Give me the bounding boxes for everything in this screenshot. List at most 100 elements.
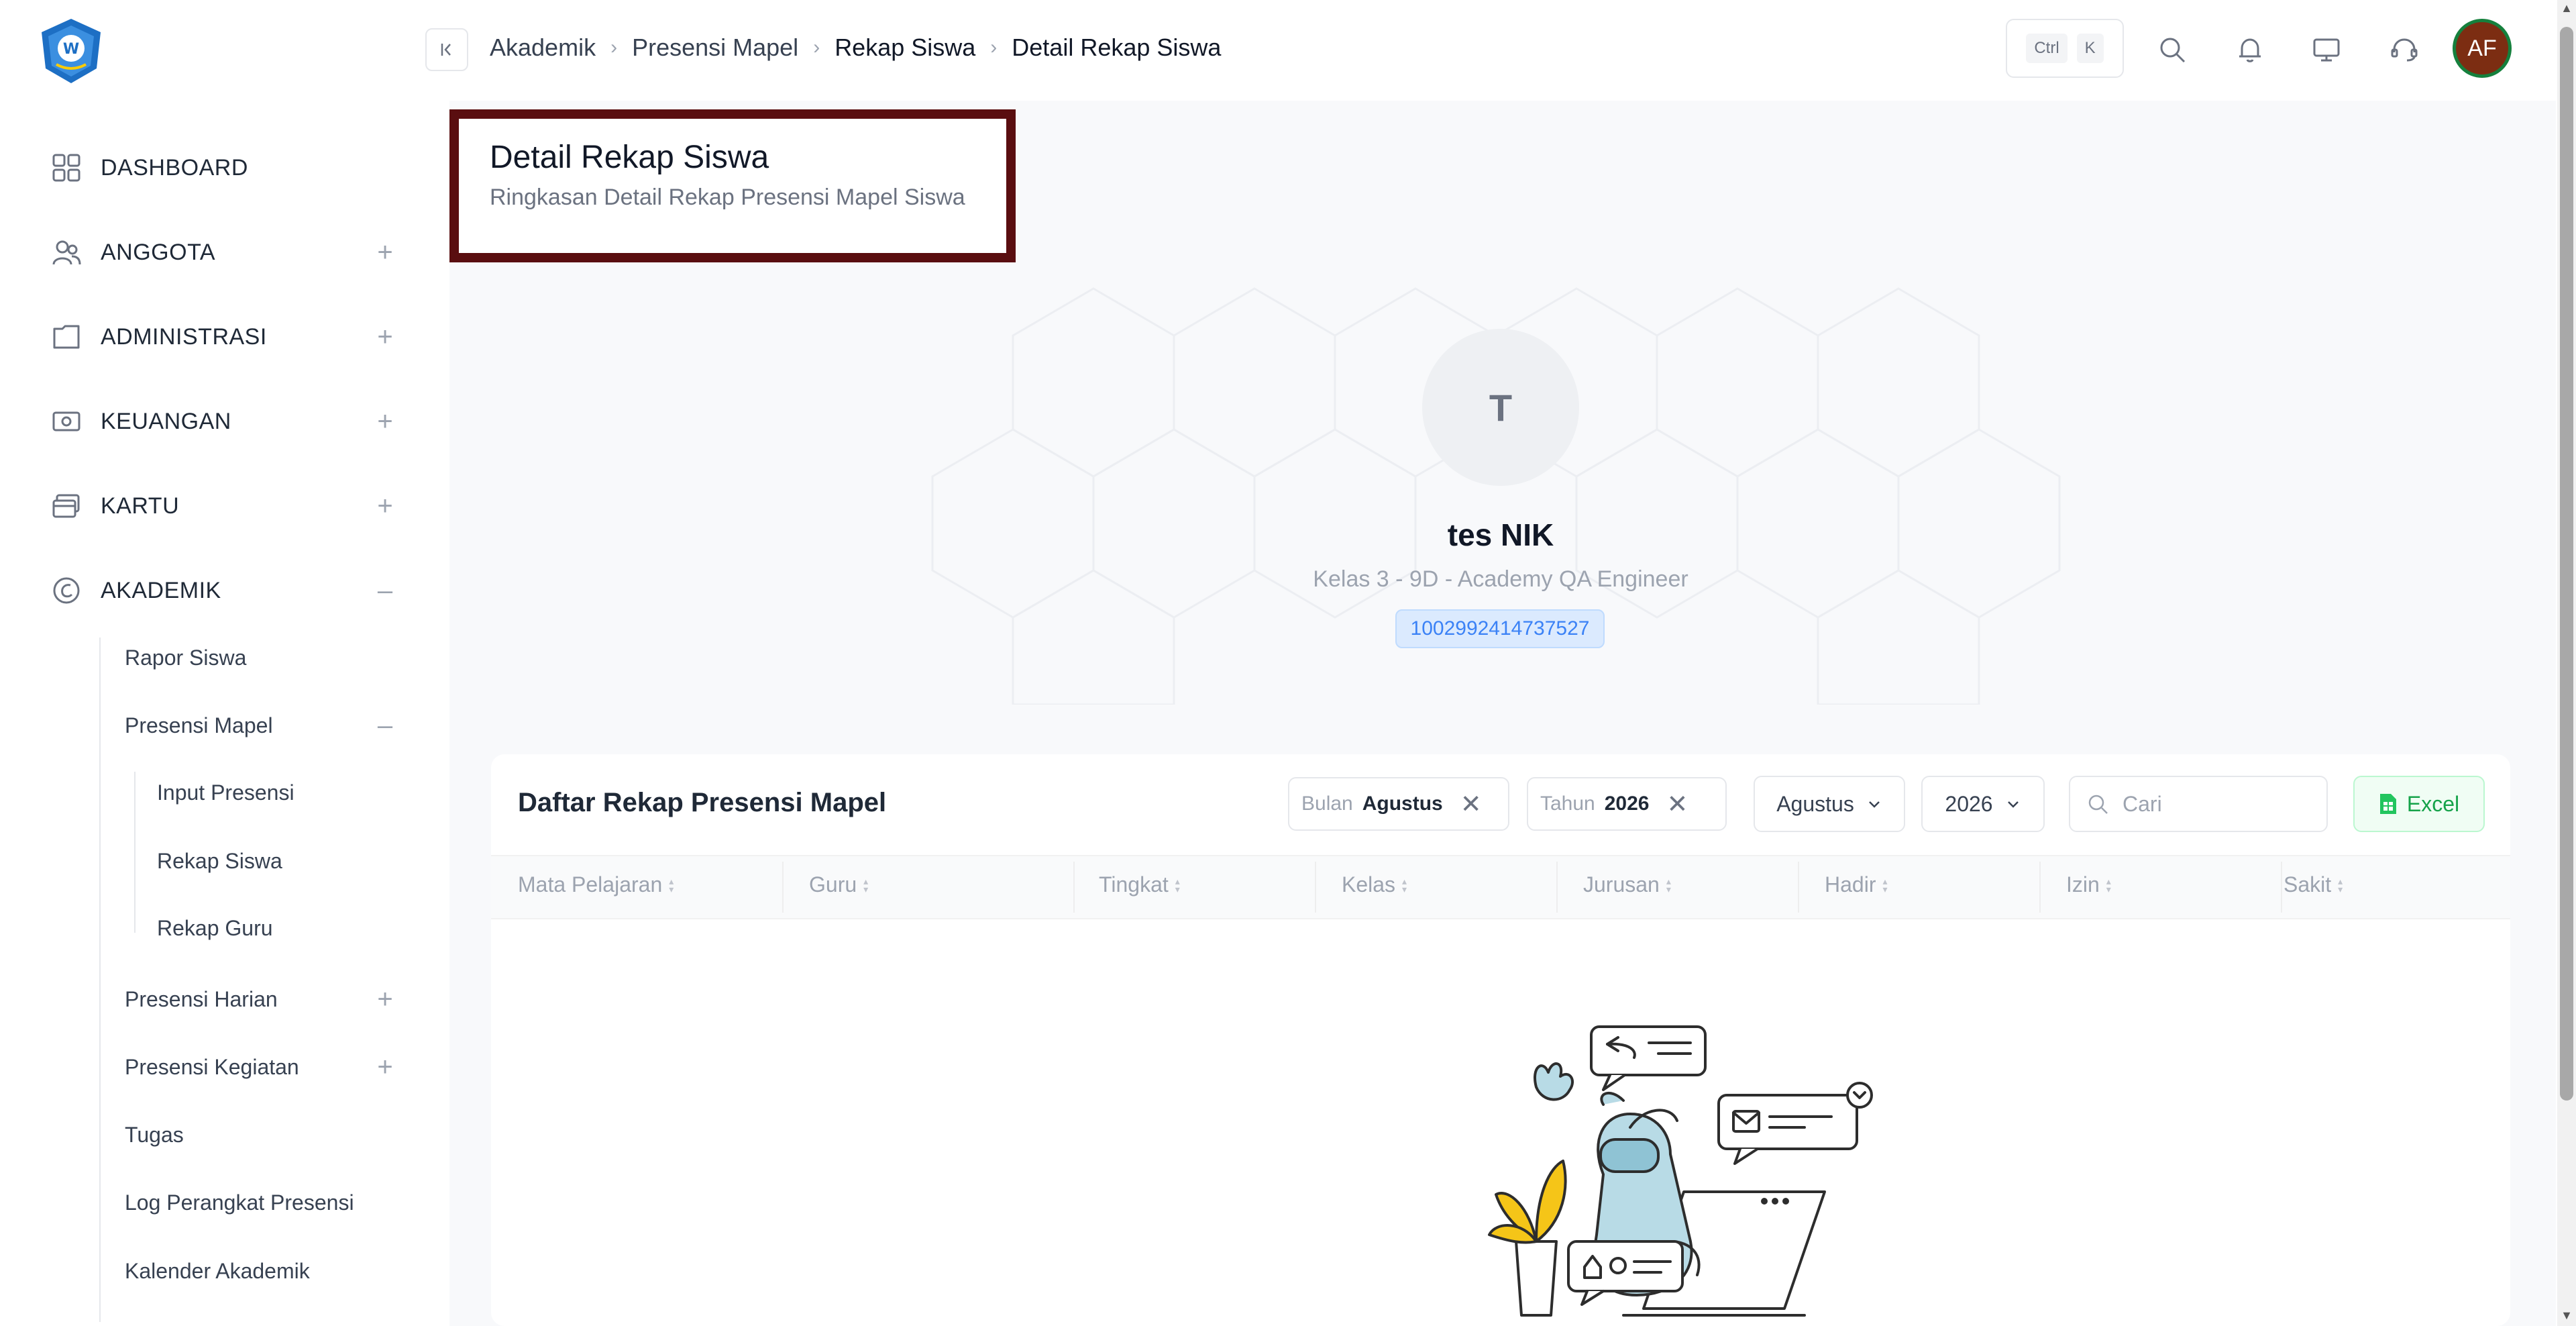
headset-icon[interactable] xyxy=(2384,30,2424,70)
expand-toggle[interactable]: + xyxy=(372,407,398,437)
column-label: Tingkat xyxy=(1099,872,1169,897)
column-divider xyxy=(2281,862,2282,913)
year-select-value: 2026 xyxy=(1945,791,1993,816)
chevron-right-icon: › xyxy=(610,36,618,58)
sort-icon: ▴ ▾ xyxy=(2338,875,2343,895)
sidebar-item-keuangan[interactable]: KEUANGAN + xyxy=(50,395,398,448)
user-avatar[interactable]: AF xyxy=(2453,19,2512,78)
sidebar-item-dashboard[interactable]: DASHBOARD xyxy=(50,141,398,195)
sidebar-item-rekap-guru[interactable]: Rekap Guru xyxy=(157,905,273,952)
expand-toggle[interactable]: + xyxy=(372,984,398,1015)
column-label: Mata Pelajaran xyxy=(518,872,663,897)
column-label: Izin xyxy=(2066,872,2100,897)
page-title: Detail Rekap Siswa xyxy=(490,140,769,175)
sidebar-item-label: KARTU xyxy=(101,493,180,519)
sidebar: W DASHBOARD ANGGOTA + ADMINISTRASI + KEU… xyxy=(0,0,449,1326)
search-icon[interactable] xyxy=(2152,30,2192,70)
column-header-kelas[interactable]: Kelas ▴ ▾ xyxy=(1342,872,1407,897)
sidebar-item-kalender-akademik[interactable]: Kalender Akademik xyxy=(125,1247,398,1294)
column-label: Jurusan xyxy=(1583,872,1660,897)
sidebar-item-label: Presensi Kegiatan xyxy=(125,1054,299,1079)
column-header-hadir[interactable]: Hadir ▴ ▾ xyxy=(1825,872,1888,897)
student-avatar: T xyxy=(1422,329,1579,486)
column-label: Guru xyxy=(809,872,857,897)
column-label: Sakit xyxy=(2284,872,2332,897)
command-palette-shortcut[interactable]: Ctrl K xyxy=(2006,19,2124,78)
sidebar-item-label: Log Perangkat Presensi xyxy=(125,1190,354,1215)
collapse-toggle[interactable]: – xyxy=(372,576,398,606)
spreadsheet-icon xyxy=(2379,794,2396,814)
student-nik-badge: 1002992414737527 xyxy=(1395,609,1605,648)
monitor-icon[interactable] xyxy=(2306,30,2347,70)
close-icon[interactable]: ✕ xyxy=(1667,789,1688,819)
year-select[interactable]: 2026 xyxy=(1921,776,2045,832)
scrollbar-thumb[interactable] xyxy=(2560,27,2573,1101)
bell-icon[interactable] xyxy=(2230,30,2270,70)
school-logo[interactable]: W xyxy=(36,16,106,86)
empty-state-illustration xyxy=(1488,1025,1873,1317)
sidebar-item-label: KEUANGAN xyxy=(101,408,231,434)
sidebar-item-presensi-mapel[interactable]: Presensi Mapel – xyxy=(125,702,398,749)
sidebar-item-tugas[interactable]: Tugas xyxy=(125,1111,398,1158)
chevron-right-icon: › xyxy=(990,36,998,58)
column-header-jurusan[interactable]: Jurusan ▴ ▾ xyxy=(1583,872,1671,897)
filter-key: Bulan xyxy=(1301,793,1353,815)
month-select[interactable]: Agustus xyxy=(1754,776,1905,832)
column-header-mata-pelajaran[interactable]: Mata Pelajaran ▴ ▾ xyxy=(518,872,674,897)
sidebar-item-rapor-siswa[interactable]: Rapor Siswa xyxy=(125,634,398,681)
submenu-guide-line xyxy=(99,638,101,1322)
breadcrumb: Akademik › Presensi Mapel › Rekap Siswa … xyxy=(490,31,1221,64)
column-divider xyxy=(1073,862,1075,913)
column-divider xyxy=(782,862,784,913)
expand-toggle[interactable]: + xyxy=(372,238,398,268)
column-label: Hadir xyxy=(1825,872,1876,897)
sort-icon: ▴ ▾ xyxy=(2106,875,2111,895)
sidebar-item-kartu[interactable]: KARTU + xyxy=(50,479,398,533)
sidebar-item-akademik[interactable]: AKADEMIK – xyxy=(50,564,398,617)
scroll-down-icon[interactable]: ▼ xyxy=(2559,1309,2575,1325)
sort-icon: ▴ ▾ xyxy=(1666,875,1671,895)
search-field[interactable] xyxy=(2069,776,2328,832)
sidebar-item-label: Kalender Akademik xyxy=(125,1258,310,1283)
sidebar-item-label: DASHBOARD xyxy=(101,154,248,181)
kbd-k: K xyxy=(2076,34,2104,63)
academic-icon xyxy=(50,574,83,607)
users-icon xyxy=(50,236,83,269)
column-header-guru[interactable]: Guru ▴ ▾ xyxy=(809,872,868,897)
collapse-left-icon xyxy=(441,44,451,56)
sidebar-item-rekap-siswa[interactable]: Rekap Siswa xyxy=(157,837,282,884)
column-header-izin[interactable]: Izin ▴ ▾ xyxy=(2066,872,2111,897)
breadcrumb-rekap-siswa[interactable]: Rekap Siswa xyxy=(835,34,975,62)
sort-icon: ▴ ▾ xyxy=(863,875,869,895)
scroll-up-icon[interactable]: ▲ xyxy=(2559,1,2575,17)
sidebar-item-presensi-kegiatan[interactable]: Presensi Kegiatan + xyxy=(125,1043,398,1090)
search-input[interactable] xyxy=(2123,791,2297,817)
svg-text:W: W xyxy=(63,41,79,58)
export-excel-button[interactable]: Excel xyxy=(2353,776,2485,832)
sidebar-item-anggota[interactable]: ANGGOTA + xyxy=(50,225,398,279)
sidebar-item-input-presensi[interactable]: Input Presensi xyxy=(157,769,294,816)
breadcrumb-current: Detail Rekap Siswa xyxy=(1012,34,1222,61)
column-header-tingkat[interactable]: Tingkat ▴ ▾ xyxy=(1099,872,1180,897)
sidebar-item-label: Presensi Mapel xyxy=(125,713,273,737)
expand-toggle[interactable]: + xyxy=(372,322,398,352)
sidebar-item-label: ADMINISTRASI xyxy=(101,323,267,350)
close-icon[interactable]: ✕ xyxy=(1460,789,1482,819)
breadcrumb-presensi-mapel[interactable]: Presensi Mapel xyxy=(632,34,798,62)
page-subtitle: Ringkasan Detail Rekap Presensi Mapel Si… xyxy=(490,185,965,210)
sidebar-item-log-perangkat-presensi[interactable]: Log Perangkat Presensi xyxy=(125,1179,398,1226)
expand-toggle[interactable]: + xyxy=(372,1052,398,1082)
column-header-sakit[interactable]: Sakit ▴ ▾ xyxy=(2284,872,2343,897)
student-name: tes NIK xyxy=(1447,517,1554,552)
collapse-sidebar-button[interactable] xyxy=(425,28,468,71)
expand-toggle[interactable]: + xyxy=(372,491,398,521)
sidebar-item-presensi-harian[interactable]: Presensi Harian + xyxy=(125,976,398,1023)
filter-value: Agustus xyxy=(1362,793,1443,815)
submenu-guide-line xyxy=(134,772,136,933)
sidebar-item-administrasi[interactable]: ADMINISTRASI + xyxy=(50,310,398,364)
sidebar-item-label: Presensi Harian xyxy=(125,986,278,1011)
filter-chip-bulan: Bulan Agustus ✕ xyxy=(1288,777,1509,831)
breadcrumb-akademik[interactable]: Akademik xyxy=(490,34,596,62)
collapse-toggle[interactable]: – xyxy=(372,711,398,741)
dashboard-grid-icon xyxy=(50,151,83,185)
